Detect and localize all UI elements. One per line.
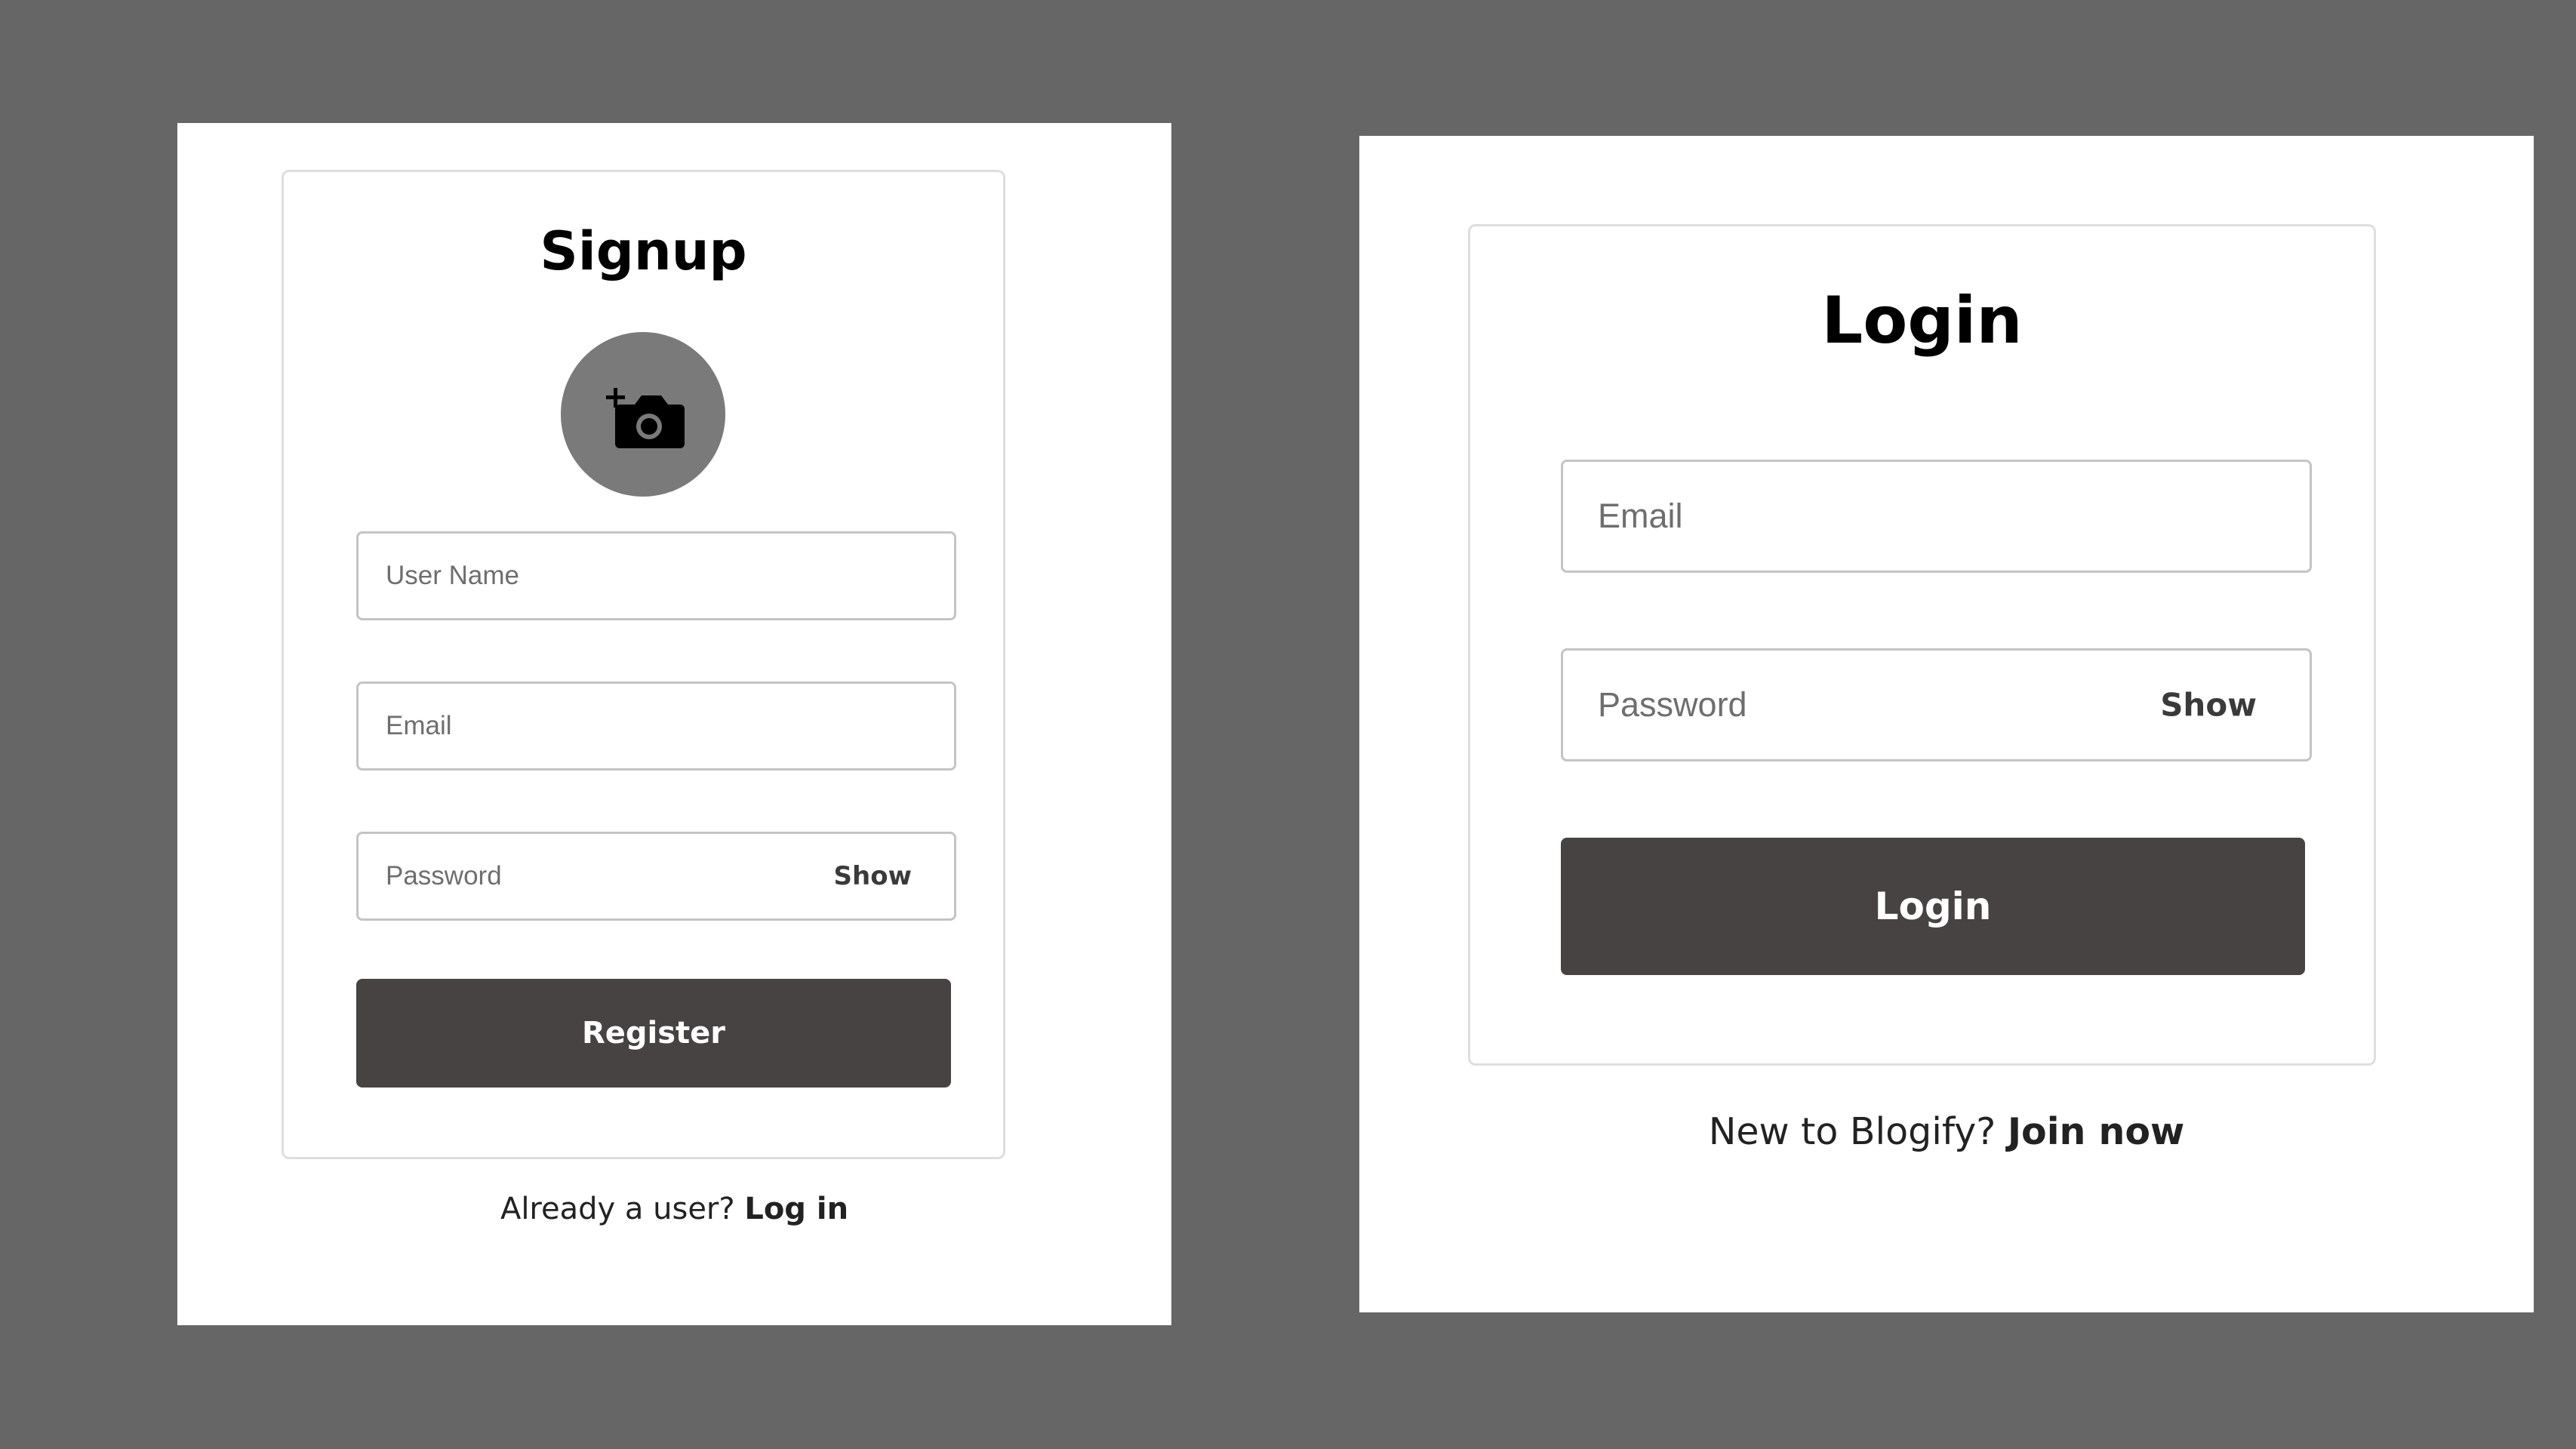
login-email-placeholder: Email — [1598, 497, 1683, 535]
login-password-input[interactable]: Password Show — [1561, 648, 2312, 761]
login-show-password-toggle[interactable]: Show — [2160, 687, 2257, 724]
login-footer: New to Blogify? Join now — [1359, 1109, 2534, 1155]
login-email-input[interactable]: Email — [1561, 460, 2312, 573]
signup-password-input[interactable]: Password Show — [356, 832, 956, 921]
login-title: Login — [1821, 283, 2023, 358]
signup-email-placeholder: Email — [386, 711, 452, 740]
login-panel: Login Email Password Show Login New to B… — [1359, 136, 2534, 1312]
register-button[interactable]: Register — [356, 979, 951, 1088]
signup-footer-text: Already a user? — [500, 1192, 735, 1226]
login-button[interactable]: Login — [1561, 838, 2305, 975]
login-footer-text: New to Blogify? — [1708, 1110, 1996, 1153]
signup-password-placeholder: Password — [386, 861, 502, 891]
signup-card: Signup User Name Email Password Show Reg… — [282, 170, 1005, 1159]
signup-footer: Already a user? Log in — [177, 1190, 1171, 1228]
signup-panel: Signup User Name Email Password Show Reg… — [177, 123, 1171, 1325]
avatar-upload-button[interactable] — [561, 332, 725, 497]
login-card: Login Email Password Show Login — [1468, 224, 2376, 1066]
add-photo-camera-icon — [606, 388, 685, 448]
signup-title: Signup — [540, 220, 747, 282]
login-password-placeholder: Password — [1598, 685, 1747, 724]
signup-show-password-toggle[interactable]: Show — [834, 861, 912, 891]
join-now-link[interactable]: Join now — [2008, 1110, 2184, 1153]
signup-email-input[interactable]: Email — [356, 681, 956, 771]
username-placeholder: User Name — [386, 561, 519, 590]
username-input[interactable]: User Name — [356, 531, 956, 620]
login-link[interactable]: Log in — [744, 1192, 848, 1226]
